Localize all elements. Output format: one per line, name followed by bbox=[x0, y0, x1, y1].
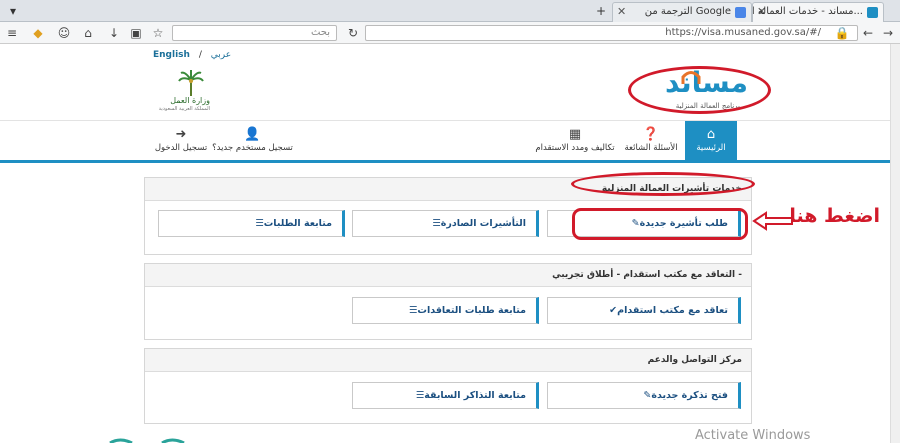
card-label: تعاقد مع مكتب استقدام bbox=[617, 305, 728, 316]
new-ticket-button[interactable]: ✎فتح تذكرة جديدة bbox=[547, 382, 741, 409]
nav-label: الرئيسية bbox=[696, 143, 726, 153]
issued-visas-button[interactable]: ☰التأشيرات الصادرة bbox=[352, 210, 539, 237]
card-label: متابعة طلبات التعاقدات bbox=[417, 305, 526, 316]
back-icon[interactable]: → bbox=[878, 24, 898, 42]
new-tab-button[interactable]: + bbox=[590, 0, 612, 22]
lang-separator: / bbox=[198, 50, 202, 60]
browser-tab-bar: ▾ + ✕ الترجمة من Google ✕ مساند - خدمات … bbox=[0, 0, 900, 22]
sign-in-icon: ➜ bbox=[175, 127, 187, 142]
card-label: فتح تذكرة جديدة bbox=[651, 390, 728, 401]
smiley-icon[interactable]: ☺ bbox=[54, 24, 74, 42]
nav-label: تكاليف ومدد الاستقدام bbox=[535, 143, 615, 153]
panel-title: التعاقد مع مكتب استقدام - أطلاق تجريبي - bbox=[145, 264, 751, 287]
download-icon[interactable]: ↓ bbox=[104, 24, 124, 42]
bookmark-star-icon[interactable]: ☆ bbox=[148, 24, 168, 42]
nav-item-faq[interactable]: ❓ الأسئلة الشائعة bbox=[615, 121, 687, 161]
browser-toolbar: ≡ ◆ ☺ ⌂ ↓ ▣ ☆ بحث ↻ https://visa.musaned… bbox=[0, 22, 900, 44]
new-visa-highlight-box bbox=[572, 208, 748, 240]
section-title-highlight-ellipse bbox=[571, 172, 755, 196]
annotation-text: اضغط هنا bbox=[789, 205, 880, 227]
window-menu-icon[interactable]: ▾ bbox=[2, 0, 24, 22]
lang-arabic-link[interactable]: عربي bbox=[211, 50, 231, 60]
menu-icon[interactable]: ≡ bbox=[2, 24, 22, 42]
home-icon: ⌂ bbox=[706, 127, 716, 142]
language-switch: English / عربي bbox=[150, 50, 234, 60]
palm-tree-icon bbox=[178, 70, 204, 96]
user-plus-icon: 👤 bbox=[244, 127, 261, 142]
lock-icon: 🔒 bbox=[834, 26, 850, 40]
card-label: التأشيرات الصادرة bbox=[440, 218, 526, 229]
card-label: متابعة الطلبات bbox=[263, 218, 332, 229]
ministry-subtitle: المملكة العربية السعودية bbox=[158, 106, 210, 112]
list-icon: ☰ bbox=[415, 390, 425, 401]
tab-title: مساند - خدمات العمالة ا... bbox=[752, 6, 863, 17]
previous-tickets-button[interactable]: ☰متابعة التذاكر السابقة bbox=[352, 382, 539, 409]
address-bar[interactable]: https://visa.musaned.gov.sa/#/ bbox=[365, 25, 858, 41]
arrow-left-icon bbox=[752, 211, 793, 231]
nav-label: تسجيل الدخول bbox=[154, 143, 208, 153]
url-text: https://visa.musaned.gov.sa/#/ bbox=[665, 27, 821, 38]
close-icon[interactable]: ✕ bbox=[617, 3, 626, 21]
home-icon[interactable]: ⌂ bbox=[78, 24, 98, 42]
track-contracts-button[interactable]: ☰متابعة طلبات التعاقدات bbox=[352, 297, 539, 324]
musaned-favicon bbox=[867, 7, 878, 18]
calculator-icon: ▦ bbox=[568, 127, 582, 142]
forward-icon[interactable]: ← bbox=[858, 24, 878, 42]
tab-google-translate[interactable]: ✕ الترجمة من Google bbox=[612, 2, 752, 22]
main-nav: ⌂ الرئيسية ❓ الأسئلة الشائعة ▦ تكاليف وم… bbox=[0, 120, 890, 163]
reload-icon[interactable]: ↻ bbox=[343, 24, 363, 42]
tab-musaned[interactable]: ✕ مساند - خدمات العمالة ا... bbox=[752, 2, 884, 22]
panel-title: مركز التواصل والدعم bbox=[145, 349, 751, 372]
question-icon: ❓ bbox=[642, 127, 660, 142]
nav-label: الأسئلة الشائعة bbox=[624, 143, 678, 153]
card-label: متابعة التذاكر السابقة bbox=[424, 390, 526, 401]
footer-decoration bbox=[109, 438, 185, 443]
search-placeholder: بحث bbox=[310, 27, 330, 38]
windows-activation-watermark: Activate Windows bbox=[695, 428, 811, 443]
clipboard-icon[interactable]: ▣ bbox=[126, 24, 146, 42]
extension-icon[interactable]: ◆ bbox=[28, 24, 48, 42]
nav-item-register[interactable]: 👤 تسجيل مستخدم جديد؟ bbox=[210, 121, 295, 161]
search-input[interactable]: بحث bbox=[172, 25, 337, 41]
lang-english-link[interactable]: English bbox=[153, 50, 190, 60]
track-requests-button[interactable]: ☰متابعة الطلبات bbox=[158, 210, 345, 237]
contract-office-button[interactable]: ✔تعاقد مع مكتب استقدام bbox=[547, 297, 741, 324]
check-circle-icon: ✔ bbox=[609, 305, 618, 316]
ministry-name: وزارة العمل bbox=[170, 96, 210, 105]
nav-item-login[interactable]: ➜ تسجيل الدخول bbox=[150, 121, 212, 161]
ministry-logo: وزارة العمل المملكة العربية السعودية bbox=[140, 68, 210, 112]
list-icon: ☰ bbox=[432, 218, 441, 229]
tab-title: الترجمة من Google bbox=[644, 6, 731, 17]
logo-highlight-ellipse bbox=[628, 66, 771, 114]
scrollbar[interactable] bbox=[890, 44, 900, 443]
nav-item-costs[interactable]: ▦ تكاليف ومدد الاستقدام bbox=[530, 121, 620, 161]
click-here-annotation: اضغط هنا bbox=[752, 205, 882, 235]
list-icon: ☰ bbox=[255, 218, 264, 229]
nav-item-home[interactable]: ⌂ الرئيسية bbox=[685, 121, 737, 161]
nav-label: تسجيل مستخدم جديد؟ bbox=[212, 143, 293, 153]
google-translate-icon bbox=[735, 7, 746, 18]
